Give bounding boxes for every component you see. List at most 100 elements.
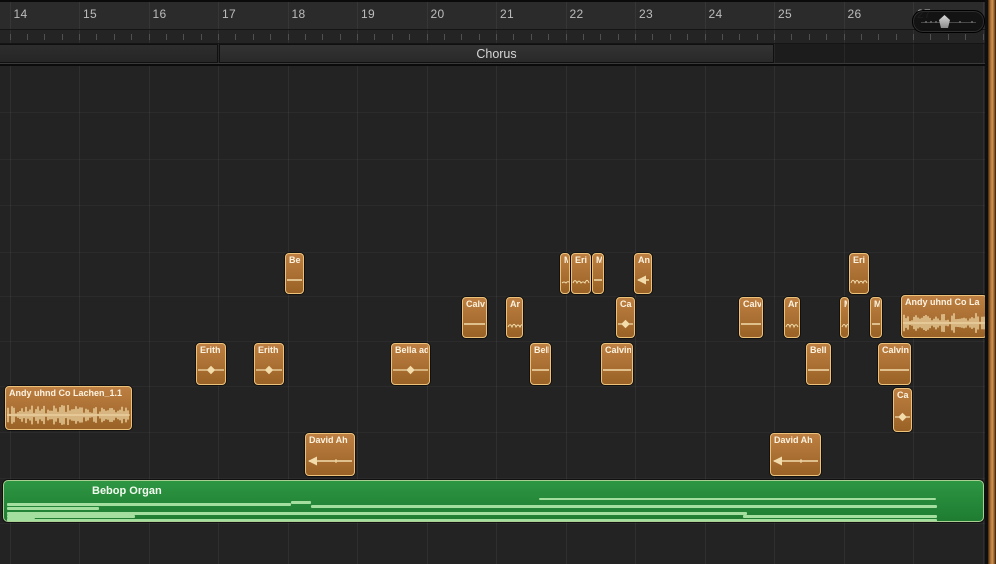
audio-region[interactable]: David Ah [305,433,355,476]
midi-region-bebop-organ[interactable]: Bebop Organ [3,480,984,522]
audio-region[interactable]: M [870,297,882,338]
track-row-divider [0,159,986,160]
audio-region[interactable]: An [634,253,652,294]
beat-tick [409,34,410,40]
audio-region[interactable]: Bella ad [391,343,430,385]
audio-region[interactable]: M [840,297,849,338]
beat-tick [826,34,827,40]
waveform [531,344,551,385]
midi-note [539,498,936,500]
waveform [463,298,487,338]
beat-tick [635,34,636,40]
audio-region[interactable]: Calv [739,297,763,338]
beat-tick [427,34,428,40]
waveform [871,298,882,338]
audio-region[interactable]: David Ah [770,433,821,476]
zoom-slider[interactable] [912,10,985,33]
beat-tick [913,34,914,40]
bar-number-label: 22 [570,7,584,21]
waveform [785,298,800,338]
audio-region[interactable]: Erith [254,343,284,385]
beat-tick [548,34,549,40]
audio-region[interactable]: Bell [806,343,831,385]
waveform [392,344,430,385]
waveform [617,298,635,338]
track-row-divider [0,205,986,206]
waveform [572,254,591,294]
beat-tick [218,34,219,40]
audio-region[interactable]: M [592,253,604,294]
arrangement-marker-chorus[interactable]: Chorus [219,44,774,63]
beat-tick [965,34,966,40]
beat-tick [340,34,341,40]
midi-note [7,519,937,522]
midi-note [311,505,937,508]
waveform [841,298,849,338]
audio-region[interactable]: Ca [616,297,635,338]
midi-region-name-label: Bebop Organ [92,485,162,497]
beat-tick [305,34,306,40]
beat-tick [27,34,28,40]
beat-tick [392,34,393,40]
waveform [902,296,987,338]
audio-region[interactable]: Calvin [601,343,633,385]
audio-region[interactable]: Eri [571,253,591,294]
arrangement-marker-pre[interactable] [0,44,218,63]
header-divider [0,29,996,30]
beat-tick [583,34,584,40]
audio-region[interactable]: Ar [784,297,800,338]
zoom-slider-tick [930,21,932,23]
beat-tick [861,34,862,40]
zoom-slider-tick [925,21,927,23]
beat-tick [513,34,514,40]
beat-tick [600,34,601,40]
bar-number-label: 24 [709,7,723,21]
audio-region[interactable]: Bell [530,343,551,385]
audio-region[interactable]: Calv [462,297,487,338]
beat-tick [357,34,358,40]
waveform [507,298,523,338]
audio-region[interactable]: Be [285,253,304,294]
audio-region[interactable]: Ca [893,388,912,432]
track-row-divider [0,252,986,253]
beat-tick [791,34,792,40]
beat-tick [461,34,462,40]
waveform [561,254,570,294]
bar-gridline [983,2,984,564]
audio-region[interactable]: Erith [196,343,226,385]
audio-region[interactable]: Andy uhnd Co Lachen_1.1 [5,386,132,430]
audio-region[interactable]: Eri [849,253,869,294]
waveform [850,254,869,294]
beat-tick [114,34,115,40]
beat-tick [670,34,671,40]
beat-tick [183,34,184,40]
beat-tick [566,34,567,40]
beat-tick [844,34,845,40]
waveform [771,434,821,476]
beat-tick [131,34,132,40]
audio-region[interactable]: Andy uhnd Co La [901,295,987,338]
header-divider [0,64,996,66]
track-row-divider [0,341,986,342]
beat-tick [44,34,45,40]
vertical-scrollbar[interactable] [988,0,996,564]
midi-note [291,501,311,504]
audio-region[interactable]: M [560,253,570,294]
bar-number-label: 25 [778,7,792,21]
track-row-divider [0,523,986,524]
audio-region[interactable]: Calvin [878,343,911,385]
bar-number-label: 17 [222,7,236,21]
beat-tick [809,34,810,40]
waveform [255,344,284,385]
arrange-window: Chorus Bebop Organ 141516171819202122232… [0,0,996,564]
midi-note [7,507,99,510]
midi-note [7,503,291,506]
waveform [807,344,831,385]
zoom-slider-thumb[interactable] [939,15,950,28]
bar-number-label: 26 [848,7,862,21]
waveform [879,344,911,385]
zoom-slider-tick [935,21,937,23]
beat-tick [235,34,236,40]
beat-tick [983,34,984,40]
audio-region[interactable]: Ar [506,297,523,338]
